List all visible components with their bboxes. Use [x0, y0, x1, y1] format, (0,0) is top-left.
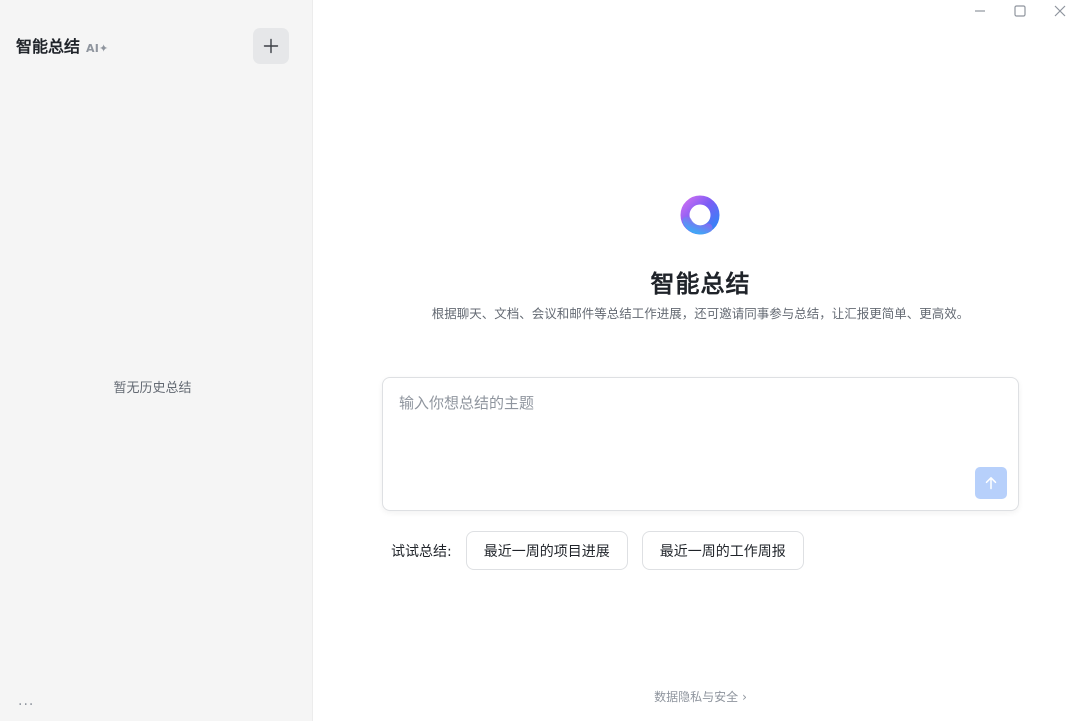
- ai-ring-logo-icon: [680, 195, 720, 235]
- ai-badge: AI✦: [86, 42, 109, 55]
- chevron-right-icon: ›: [742, 690, 747, 704]
- arrow-up-icon: [985, 477, 997, 490]
- topic-input-box: [382, 377, 1019, 511]
- privacy-link-text: 数据隐私与安全: [654, 690, 739, 704]
- plus-icon: [263, 38, 279, 54]
- page-title: 智能总结: [650, 270, 751, 298]
- suggestion-chip-weekly-report[interactable]: 最近一周的工作周报: [641, 531, 804, 570]
- sidebar-title-text: 智能总结: [16, 37, 81, 56]
- app-window: 智能总结 AI✦ 暂无历史总结 ··· 智能总结 根据聊天、文档、会议和邮件等总…: [0, 0, 1080, 721]
- main-content: 智能总结 根据聊天、文档、会议和邮件等总结工作进展，还可邀请同事参与总结，让汇报…: [313, 0, 1080, 721]
- new-summary-button[interactable]: [253, 28, 289, 64]
- topic-input[interactable]: [399, 392, 999, 462]
- suggestions-label: 试试总结:: [391, 543, 452, 560]
- privacy-link[interactable]: 数据隐私与安全 ›: [313, 688, 1080, 705]
- sidebar: 智能总结 AI✦ 暂无历史总结 ···: [0, 0, 313, 721]
- page-subtitle: 根据聊天、文档、会议和邮件等总结工作进展，还可邀请同事参与总结，让汇报更简单、更…: [431, 306, 970, 321]
- suggestion-chip-project-progress[interactable]: 最近一周的项目进展: [465, 531, 628, 570]
- empty-history-text: 暂无历史总结: [113, 381, 192, 396]
- suggestions-row: 试试总结: 最近一周的项目进展 最近一周的工作周报: [391, 530, 818, 571]
- sidebar-title: 智能总结 AI✦: [16, 33, 108, 57]
- more-options-icon[interactable]: ···: [18, 697, 34, 713]
- send-button[interactable]: [975, 467, 1007, 499]
